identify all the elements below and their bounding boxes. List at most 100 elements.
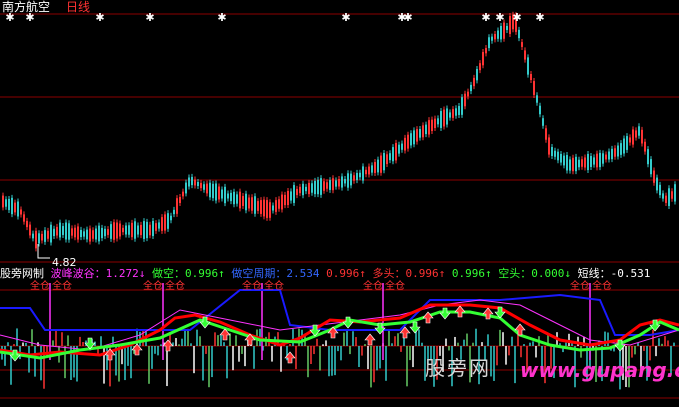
- candle-body: [428, 120, 430, 135]
- candle-body: [383, 153, 385, 171]
- candle-body: [38, 233, 40, 244]
- candle-body: [590, 156, 592, 167]
- indicator-legend: 股旁网制 波峰波谷：1.272↓ 做空：0.996↑ 做空周期：2.534 0.…: [0, 265, 650, 281]
- signal-label: 全仓: [592, 281, 612, 292]
- candle-body: [518, 29, 520, 39]
- candle-body: [674, 184, 676, 202]
- candle-body: [125, 225, 127, 235]
- candle-body: [461, 97, 463, 115]
- candle-body: [416, 129, 418, 142]
- candle-body: [626, 136, 628, 150]
- candle-body: [131, 222, 133, 238]
- indicator-field-label: 空头：: [491, 267, 532, 280]
- candle-body: [179, 196, 181, 204]
- candle-body: [308, 182, 310, 195]
- candle-body: [191, 176, 193, 186]
- candle-body: [80, 229, 82, 238]
- candle-body: [251, 197, 253, 211]
- candle-body: [488, 37, 490, 49]
- candle-body: [47, 230, 49, 239]
- candle-body: [605, 154, 607, 160]
- candle-body: [239, 191, 241, 209]
- candle-body: [671, 191, 673, 199]
- candle-body: [119, 223, 121, 237]
- signal-label: 全仓: [30, 281, 50, 292]
- candle-body: [419, 128, 421, 138]
- candle-body: [200, 182, 202, 189]
- candle-body: [143, 221, 145, 239]
- candle-body: [254, 196, 256, 214]
- candle-body: [611, 148, 613, 160]
- candle-body: [26, 220, 28, 228]
- candle-body: [203, 184, 205, 190]
- candle-body: [158, 222, 160, 229]
- candle-body: [662, 193, 664, 199]
- stock-chart-window: ✱ ✱ ✱ ✱ ✱ ✱ ✱ ✱ ✱ ✱ ✱ ✱ 南方航空 日线 4.82 股旁网制 波峰波谷：1.27…: [0, 0, 679, 407]
- candle-body: [539, 105, 541, 115]
- candle-body: [338, 178, 340, 187]
- candle-body: [449, 112, 451, 118]
- signal-label: 全仓: [264, 281, 284, 292]
- indicator-field: 0.996↑: [320, 267, 366, 280]
- candle-body: [566, 155, 568, 171]
- candle-body: [8, 198, 10, 211]
- candle-body: [5, 199, 7, 207]
- candle-body: [155, 223, 157, 231]
- chart-canvas[interactable]: ✱ ✱ ✱ ✱ ✱ ✱ ✱✱ ✱ ✱ ✱ ✱: [0, 0, 679, 407]
- candle-body: [356, 172, 358, 181]
- candle-body: [398, 144, 400, 154]
- candle-body: [176, 198, 178, 214]
- signal-label: 全仓: [52, 281, 72, 292]
- candle-body: [344, 179, 346, 184]
- candle-body: [215, 183, 217, 201]
- candle-body: [476, 69, 478, 81]
- candle-body: [113, 222, 115, 240]
- candle-body: [599, 152, 601, 168]
- candle-body: [665, 195, 667, 203]
- candle-body: [230, 192, 232, 202]
- indicator-field-value: 0.000↓: [531, 267, 571, 280]
- signal-label: 全仓: [363, 281, 383, 292]
- candle-body: [653, 170, 655, 183]
- candle-body: [614, 148, 616, 157]
- candle-body: [332, 178, 334, 191]
- candle-body: [437, 118, 439, 125]
- candle-body: [302, 183, 304, 196]
- candle-body: [395, 142, 397, 161]
- candle-body: [386, 154, 388, 165]
- candle-body: [314, 180, 316, 195]
- candle-body: [257, 201, 259, 211]
- candle-body: [110, 224, 112, 239]
- candle-body: [17, 201, 19, 217]
- stock-name: 南方航空: [2, 0, 51, 14]
- candle-body: [596, 153, 598, 168]
- candle-body: [323, 181, 325, 191]
- indicator-field-value: 0.996↑: [405, 267, 446, 280]
- candle-body: [446, 108, 448, 125]
- candle-body: [74, 227, 76, 238]
- candle-body: [638, 126, 640, 136]
- candle-body: [401, 143, 403, 150]
- candle-body: [278, 199, 280, 209]
- star-marker: ✱: [341, 11, 350, 24]
- candle-body: [281, 194, 283, 210]
- candle-body: [632, 129, 634, 145]
- candle-body: [32, 233, 34, 239]
- candle-body: [104, 228, 106, 237]
- indicator-field-label: 短线：: [571, 267, 611, 280]
- candle-body: [311, 183, 313, 193]
- sell-arrow: [342, 316, 354, 329]
- candle-body: [71, 228, 73, 236]
- candle-body: [164, 214, 166, 231]
- candle-body: [260, 200, 262, 214]
- candle-body: [584, 157, 586, 168]
- indicator-field-label: [445, 267, 452, 280]
- sell-arrow: [439, 307, 451, 320]
- candle-body: [404, 137, 406, 151]
- candle-body: [29, 224, 31, 236]
- candle-body: [101, 227, 103, 239]
- candle-body: [335, 180, 337, 187]
- candle-body: [218, 186, 220, 200]
- candle-body: [533, 81, 535, 95]
- candle-body: [578, 159, 580, 168]
